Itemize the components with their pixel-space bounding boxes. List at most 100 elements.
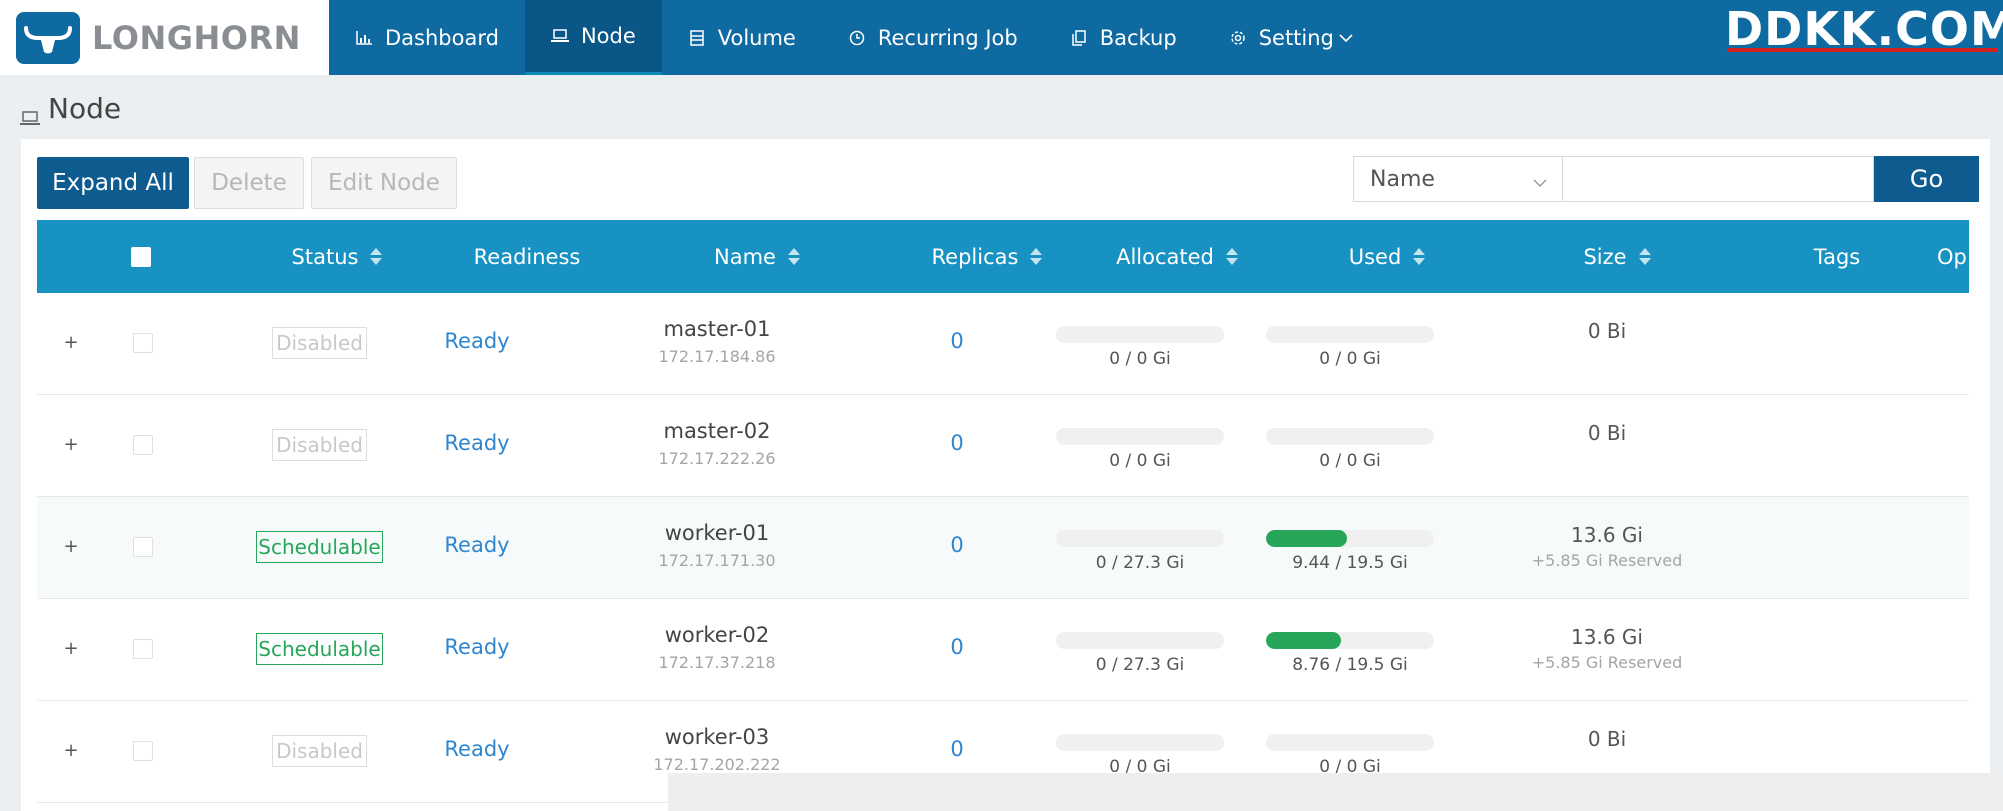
used-text: 0 / 0 Gi: [1319, 349, 1381, 369]
header-tags-label: Tags: [1813, 244, 1861, 269]
used-bar: [1266, 326, 1434, 343]
table-row: + Schedulable Ready worker-01 172.17.171…: [37, 497, 1969, 599]
page-title: Node: [20, 92, 121, 125]
sort-icon: [1638, 248, 1651, 265]
row-checkbox[interactable]: [133, 333, 153, 353]
row-checkbox[interactable]: [133, 639, 153, 659]
used-bar-fill: [1266, 530, 1348, 547]
expand-row-icon[interactable]: +: [63, 436, 79, 454]
row-checkbox[interactable]: [133, 537, 153, 557]
size-text: 13.6 Gi: [1571, 625, 1643, 649]
status-badge: Disabled: [272, 327, 367, 359]
used-bar: [1266, 632, 1434, 649]
readiness-text: Ready: [444, 533, 510, 557]
node-ip: 172.17.202.222: [653, 755, 781, 774]
node-name: worker-03: [664, 725, 770, 749]
node-name: worker-02: [664, 623, 770, 647]
replicas-link[interactable]: 0: [937, 737, 977, 761]
go-button[interactable]: Go: [1874, 156, 1979, 202]
nav-recurring-job[interactable]: Recurring Job: [822, 0, 1044, 75]
readiness-text: Ready: [444, 329, 510, 353]
allocated-bar: [1056, 632, 1224, 649]
header-status-label: Status: [291, 244, 359, 269]
node-name-cell[interactable]: worker-03 172.17.202.222: [597, 725, 837, 774]
edit-node-button[interactable]: Edit Node: [311, 157, 457, 209]
bar-chart-icon: [355, 29, 373, 47]
table-row: + Disabled Ready master-02 172.17.222.26…: [37, 395, 1969, 497]
allocated-bar: [1056, 428, 1224, 445]
size-reserved-text: +5.85 Gi Reserved: [1531, 551, 1683, 570]
laptop-icon: [550, 27, 569, 45]
expand-row-icon[interactable]: +: [63, 334, 79, 352]
row-checkbox[interactable]: [133, 741, 153, 761]
logo[interactable]: LONGHORN: [0, 0, 329, 75]
header-status[interactable]: Status: [267, 220, 407, 293]
allocated-bar: [1056, 734, 1224, 751]
nav-node[interactable]: Node: [524, 0, 662, 75]
nav-dashboard-label: Dashboard: [385, 25, 499, 50]
nav-setting[interactable]: Setting: [1203, 0, 1380, 75]
nav-backup[interactable]: Backup: [1044, 0, 1203, 75]
replicas-link[interactable]: 0: [937, 533, 977, 557]
node-name: worker-01: [664, 521, 770, 545]
sort-icon: [1030, 248, 1043, 265]
header-name[interactable]: Name: [657, 220, 857, 293]
expand-row-icon[interactable]: +: [63, 538, 79, 556]
nav-dashboard[interactable]: Dashboard: [329, 0, 525, 75]
header-replicas-label: Replicas: [931, 244, 1019, 269]
replicas-link[interactable]: 0: [937, 329, 977, 353]
used-bar: [1266, 530, 1434, 547]
size-text: 13.6 Gi: [1571, 523, 1643, 547]
copy-icon: [1070, 29, 1088, 47]
header-size[interactable]: Size: [1517, 220, 1717, 293]
nav-volume-label: Volume: [717, 25, 796, 50]
allocated-text: 0 / 0 Gi: [1109, 451, 1171, 471]
search-field-value: Name: [1370, 166, 1435, 192]
size-text: 0 Bi: [1587, 421, 1627, 445]
search-input[interactable]: [1562, 156, 1874, 202]
table-header: Status Readiness Name Replicas Allocated…: [37, 220, 1969, 293]
used-bar: [1266, 734, 1434, 751]
replicas-link[interactable]: 0: [937, 635, 977, 659]
sort-icon: [1413, 248, 1426, 265]
node-name-cell[interactable]: worker-01 172.17.171.30: [597, 521, 837, 570]
select-all-checkbox[interactable]: [131, 247, 151, 267]
node-name-cell[interactable]: worker-02 172.17.37.218: [597, 623, 837, 672]
search-field-select[interactable]: Name: [1353, 156, 1563, 202]
size-reserved-text: +5.85 Gi Reserved: [1531, 653, 1683, 672]
expand-all-button[interactable]: Expand All: [37, 157, 189, 209]
sort-icon: [787, 248, 800, 265]
status-badge: Disabled: [272, 735, 367, 767]
header-used[interactable]: Used: [1287, 220, 1487, 293]
header-replicas[interactable]: Replicas: [887, 220, 1087, 293]
header-operation: Op: [1937, 220, 1969, 293]
node-name-cell[interactable]: master-01 172.17.184.86: [597, 317, 837, 366]
sort-icon: [370, 248, 383, 265]
node-ip: 172.17.37.218: [658, 653, 776, 672]
watermark-underline: [1727, 48, 1997, 52]
readiness-text: Ready: [444, 737, 510, 761]
gear-icon: [1229, 29, 1247, 47]
expand-row-icon[interactable]: +: [63, 640, 79, 658]
header-allocated[interactable]: Allocated: [1077, 220, 1277, 293]
nav-node-label: Node: [580, 24, 636, 48]
used-text: 8.76 / 19.5 Gi: [1292, 655, 1408, 675]
clock-icon: [848, 29, 866, 47]
header-size-label: Size: [1583, 244, 1627, 269]
header-allocated-label: Allocated: [1116, 244, 1214, 269]
header-used-label: Used: [1348, 244, 1402, 269]
node-name: master-01: [663, 317, 771, 341]
allocated-text: 0 / 0 Gi: [1109, 349, 1171, 369]
node-ip: 172.17.222.26: [658, 449, 776, 468]
expand-row-icon[interactable]: +: [63, 742, 79, 760]
bottom-overlay-banner: [668, 773, 2003, 811]
main-nav: Dashboard Node Volume Recurring Job Back…: [329, 0, 1380, 75]
node-name-cell[interactable]: master-02 172.17.222.26: [597, 419, 837, 468]
row-checkbox[interactable]: [133, 435, 153, 455]
nav-volume[interactable]: Volume: [662, 0, 822, 75]
header-readiness: Readiness: [427, 220, 627, 293]
delete-button[interactable]: Delete: [194, 157, 304, 209]
replicas-link[interactable]: 0: [937, 431, 977, 455]
status-badge: Schedulable: [256, 633, 383, 665]
node-name: master-02: [663, 419, 771, 443]
